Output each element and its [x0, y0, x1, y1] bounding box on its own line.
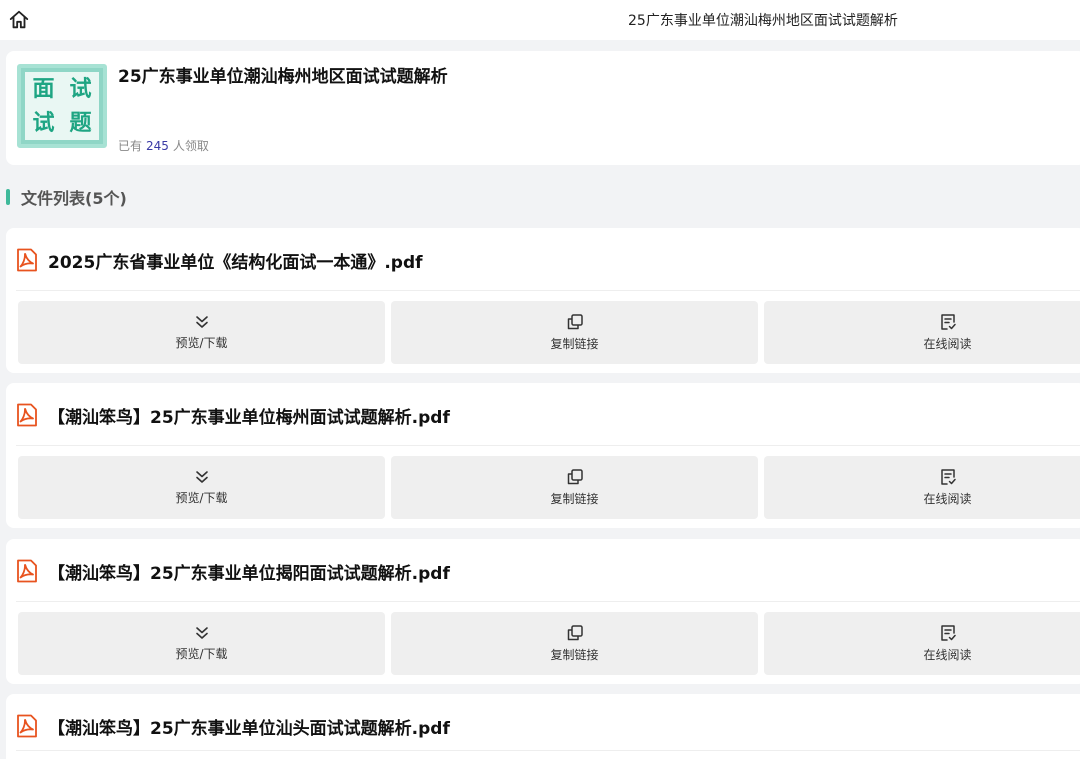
pdf-file-icon	[17, 403, 37, 427]
copy-link-button[interactable]: 复制链接	[391, 612, 758, 675]
download-label: 预览/下载	[175, 647, 228, 661]
cover-char: 面	[32, 76, 55, 102]
copy-link-button[interactable]: 复制链接	[391, 456, 758, 519]
cover-char: 试	[69, 76, 92, 102]
claim-suffix: 人领取	[172, 139, 209, 153]
cover-char: 题	[69, 110, 92, 136]
pdf-file-icon	[17, 248, 37, 272]
pdf-file-icon	[17, 559, 37, 583]
claim-count: 245	[146, 139, 169, 153]
document-read-icon	[940, 314, 956, 330]
file-list-heading: 文件列表(5个)	[6, 187, 127, 208]
file-card: 2025广东省事业单位《结构化面试一本通》.pdf 预览/下载 复制链接 在线阅…	[6, 228, 1080, 373]
section-title: 文件列表(5个)	[21, 189, 127, 208]
file-header: 【潮汕笨鸟】25广东事业单位梅州面试试题解析.pdf	[16, 402, 450, 428]
resource-title: 25广东事业单位潮汕梅州地区面试试题解析	[118, 67, 448, 87]
double-chevron-down-icon	[195, 471, 208, 483]
file-card: 【潮汕笨鸟】25广东事业单位梅州面试试题解析.pdf 预览/下载 复制链接 在线…	[6, 383, 1080, 528]
read-online-label: 在线阅读	[923, 648, 972, 662]
resource-header-card: 面 试 试 题 25广东事业单位潮汕梅州地区面试试题解析 已有 245 人领取	[6, 51, 1080, 165]
file-header: 【潮汕笨鸟】25广东事业单位揭阳面试试题解析.pdf	[16, 558, 450, 584]
read-online-button[interactable]: 在线阅读	[764, 612, 1080, 675]
pdf-file-icon	[17, 714, 37, 738]
file-name[interactable]: 【潮汕笨鸟】25广东事业单位揭阳面试试题解析.pdf	[48, 559, 450, 584]
download-button[interactable]: 预览/下载	[18, 456, 385, 519]
double-chevron-down-icon	[195, 316, 208, 328]
home-icon[interactable]	[8, 9, 30, 31]
divider	[16, 290, 1080, 291]
divider	[16, 750, 1080, 751]
copy-icon	[567, 469, 583, 485]
file-name[interactable]: 2025广东省事业单位《结构化面试一本通》.pdf	[48, 248, 423, 273]
divider	[16, 445, 1080, 446]
copy-icon	[567, 625, 583, 641]
download-label: 预览/下载	[175, 336, 228, 350]
download-label: 预览/下载	[175, 491, 228, 505]
divider	[16, 601, 1080, 602]
download-button[interactable]: 预览/下载	[18, 612, 385, 675]
copy-link-label: 复制链接	[550, 648, 599, 662]
read-online-label: 在线阅读	[923, 492, 972, 506]
document-read-icon	[940, 625, 956, 641]
file-name[interactable]: 【潮汕笨鸟】25广东事业单位梅州面试试题解析.pdf	[48, 403, 450, 428]
section-accent-bar	[6, 189, 10, 205]
file-name[interactable]: 【潮汕笨鸟】25广东事业单位汕头面试试题解析.pdf	[48, 714, 450, 739]
read-online-button[interactable]: 在线阅读	[764, 456, 1080, 519]
cover-char: 试	[32, 110, 55, 136]
download-button[interactable]: 预览/下载	[18, 301, 385, 364]
double-chevron-down-icon	[195, 627, 208, 639]
read-online-label: 在线阅读	[923, 337, 972, 351]
read-online-button[interactable]: 在线阅读	[764, 301, 1080, 364]
claim-prefix: 已有	[118, 139, 143, 153]
copy-link-label: 复制链接	[550, 337, 599, 351]
page-title: 25广东事业单位潮汕梅州地区面试试题解析	[628, 13, 898, 29]
copy-icon	[567, 314, 583, 330]
copy-link-label: 复制链接	[550, 492, 599, 506]
document-read-icon	[940, 469, 956, 485]
file-card: 【潮汕笨鸟】25广东事业单位揭阳面试试题解析.pdf 预览/下载 复制链接 在线…	[6, 539, 1080, 684]
claim-count-line: 已有 245 人领取	[118, 137, 209, 154]
file-header: 【潮汕笨鸟】25广东事业单位汕头面试试题解析.pdf	[16, 713, 450, 739]
top-bar: 25广东事业单位潮汕梅州地区面试试题解析	[0, 0, 1080, 40]
file-header: 2025广东省事业单位《结构化面试一本通》.pdf	[16, 247, 423, 273]
file-card: 【潮汕笨鸟】25广东事业单位汕头面试试题解析.pdf	[6, 694, 1080, 759]
copy-link-button[interactable]: 复制链接	[391, 301, 758, 364]
cover-image: 面 试 试 题	[17, 64, 107, 148]
